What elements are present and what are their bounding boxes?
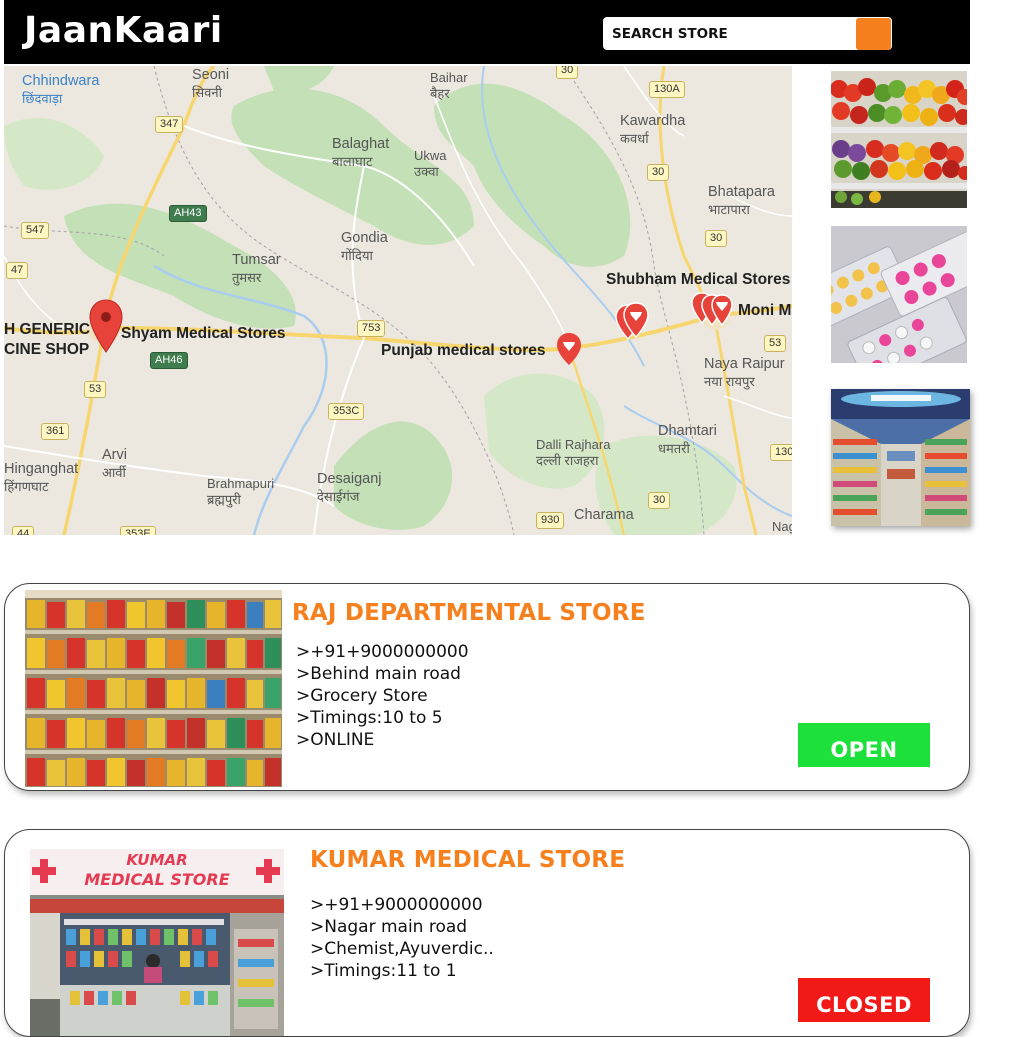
place-label: Nag (772, 519, 792, 534)
highway-shield: 53 (84, 381, 107, 398)
medical-store-front-image: KUMAR MEDICAL STORE (30, 849, 284, 1036)
highway-shield: 53 (764, 335, 787, 352)
place-label: Balaghat बालाघाट (332, 136, 390, 169)
highway-shield: 44 (12, 526, 35, 535)
place-label: Naya Raipur नया रायपुर (704, 356, 785, 389)
store-timings: >Timings:11 to 1 (310, 961, 457, 981)
thumbnail-medicines[interactable] (831, 226, 967, 363)
store-phone[interactable]: >+91+9000000000 (296, 641, 469, 663)
status-badge-open: OPEN (798, 723, 930, 767)
store-timings: >Timings:10 to 5 (296, 708, 443, 728)
store-address: >Behind main road (296, 664, 461, 684)
store-card[interactable]: KUMAR MEDICAL STORE KUMAR MEDICAL STORE … (4, 829, 970, 1037)
place-label: Charama (574, 507, 634, 523)
highway-shield: 130 (770, 444, 792, 461)
pharmacy-marker-icon[interactable] (555, 331, 583, 367)
selected-location-pin-icon[interactable] (88, 298, 124, 354)
store-photo: KUMAR MEDICAL STORE (30, 849, 284, 1036)
highway-shield: 30 (647, 164, 670, 181)
place-label: Gondia गोंदिया (341, 230, 388, 263)
place-label: Tumsar तुमसर (232, 252, 281, 285)
store-details: >+91+9000000000 >Nagar main road >Chemis… (310, 894, 494, 982)
place-label: Brahmapuri ब्रह्मपुरी (207, 476, 275, 507)
highway-shield: 30 (556, 66, 579, 79)
place-label: Seoni सिवनी (192, 67, 230, 100)
store-label-moni[interactable]: Moni M (738, 303, 791, 319)
store-category: >Chemist,Ayuverdic.. (310, 939, 494, 959)
highway-shield: 547 (21, 222, 50, 239)
highway-shield: 353C (328, 403, 365, 420)
highway-shield: 930 (536, 512, 565, 529)
highway-shield: 30 (648, 492, 671, 509)
store-label-shyam[interactable]: Shyam Medical Stores (121, 326, 286, 342)
search-button[interactable] (856, 18, 891, 50)
site-logo[interactable]: JaanKaari (24, 10, 223, 51)
store-name[interactable]: KUMAR MEDICAL STORE (310, 847, 625, 873)
place-label: Bhatapara भाटापारा (708, 184, 775, 217)
supermarket-image (831, 389, 970, 526)
sign-text-1: KUMAR (126, 851, 187, 869)
place-label: Chhindwara छिंदवाड़ा (22, 73, 100, 106)
store-label-punjab[interactable]: Punjab medical stores (381, 343, 546, 359)
highway-shield: 361 (41, 423, 70, 440)
highway-shield: 753 (357, 320, 386, 337)
store-details: >+91+9000000000 >Behind main road >Groce… (296, 641, 469, 751)
highway-shield: 130A (649, 81, 685, 98)
store-category: >Grocery Store (296, 686, 428, 706)
thumbnail-supermarket[interactable] (831, 389, 970, 526)
store-label-generic[interactable]: H GENERIC CINE SHOP (4, 322, 90, 357)
highway-shield: 47 (6, 262, 29, 279)
top-navbar: JaanKaari (4, 0, 970, 64)
sign-text-2: MEDICAL STORE (84, 870, 229, 889)
place-label: Dalli Rajhara दल्ली राजहरा (536, 437, 611, 468)
pharmacy-marker-icon[interactable] (612, 301, 652, 345)
place-label: Desaiganj देसाईगंज (317, 471, 382, 504)
pharmacy-marker-icon[interactable] (690, 291, 736, 331)
store-label-shubham[interactable]: Shubham Medical Stores (606, 272, 790, 288)
search-bar (603, 17, 892, 50)
vegetables-image (831, 71, 967, 208)
highway-shield: AH46 (150, 352, 188, 369)
highway-shield: 30 (705, 230, 728, 247)
search-input[interactable] (603, 17, 855, 50)
highway-shield: 347 (155, 116, 184, 133)
place-label: Arvi आर्वी (102, 447, 127, 480)
store-card[interactable]: RAJ DEPARTMENTAL STORE >+91+9000000000 >… (4, 583, 970, 791)
place-label: Hinganghat हिंगणघाट (4, 461, 79, 494)
store-name[interactable]: RAJ DEPARTMENTAL STORE (292, 600, 646, 626)
place-label: Ukwa उक्वा (414, 148, 447, 179)
store-map[interactable]: Chhindwara छिंदवाड़ा Seoni सिवनी Baihar बैह… (4, 66, 792, 535)
place-label: Dhamtari धमतरी (658, 423, 717, 456)
highway-shield: 353E (120, 526, 156, 535)
status-badge-closed: CLOSED (798, 978, 930, 1022)
store-photo (25, 590, 282, 787)
grocery-shelves-image (25, 590, 282, 787)
store-online-flag: >ONLINE (296, 730, 375, 750)
highway-shield: AH43 (169, 205, 207, 222)
store-phone[interactable]: >+91+9000000000 (310, 894, 494, 916)
medicines-image (831, 226, 967, 363)
store-address: >Nagar main road (310, 917, 468, 937)
place-label: Baihar बैहर (430, 70, 468, 101)
place-label: Kawardha कवर्धा (620, 113, 686, 146)
thumbnail-vegetables[interactable] (831, 71, 967, 208)
